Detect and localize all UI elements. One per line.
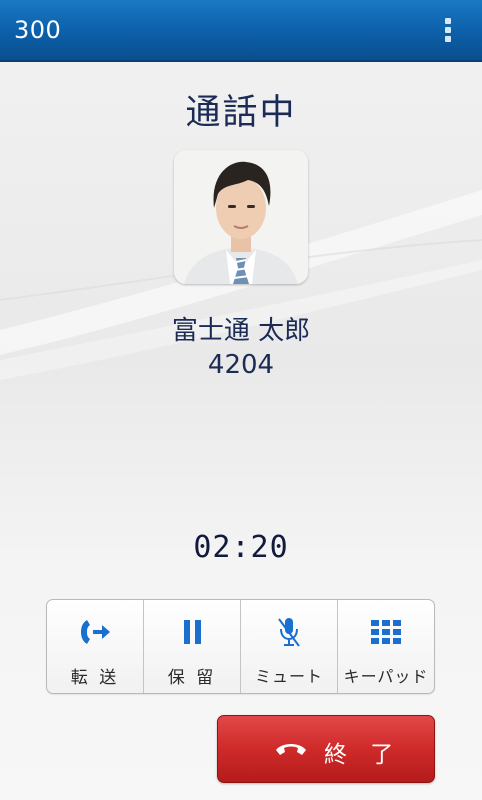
- pause-icon: [184, 620, 201, 644]
- keypad-icon: [371, 620, 401, 644]
- hang-up-icon: [276, 744, 306, 755]
- call-action-bar: 転 送 保 留 ミュート キーパッド: [46, 599, 435, 694]
- microphone-muted-icon: [278, 618, 300, 647]
- keypad-label: キーパッド: [343, 667, 429, 686]
- mute-label: ミュート: [254, 667, 323, 686]
- hold-button[interactable]: 保 留: [144, 600, 241, 693]
- header-title: 300: [14, 16, 62, 44]
- hold-label: 保 留: [167, 668, 217, 688]
- call-duration: 02:20: [193, 530, 289, 565]
- transfer-label: 転 送: [70, 668, 120, 688]
- call-transfer-icon: [81, 620, 110, 644]
- caller-number: 4204: [207, 350, 275, 380]
- call-status-title: 通話中: [185, 93, 297, 133]
- end-call-label: 終 了: [324, 742, 402, 768]
- keypad-button[interactable]: キーパッド: [338, 600, 434, 693]
- overflow-menu-icon[interactable]: [444, 18, 452, 46]
- mute-button[interactable]: ミュート: [241, 600, 338, 693]
- transfer-button[interactable]: 転 送: [47, 600, 144, 693]
- caller-name: 富士通 太郎: [171, 316, 311, 346]
- end-call-button[interactable]: 終 了: [217, 715, 435, 783]
- caller-avatar: [174, 150, 308, 284]
- app-header: 300: [0, 0, 482, 62]
